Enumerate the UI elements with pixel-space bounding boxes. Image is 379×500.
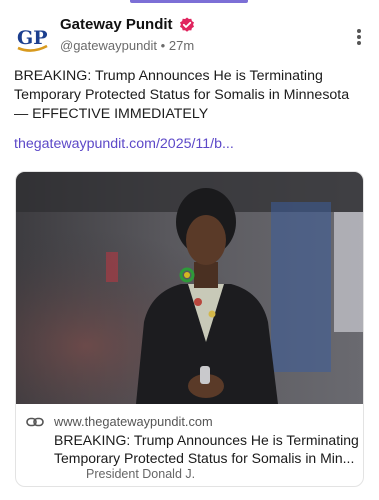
more-vertical-icon[interactable]: [351, 26, 367, 48]
card-domain: www.thegatewaypundit.com: [54, 414, 213, 429]
post-time: 27m: [168, 38, 195, 53]
avatar[interactable]: GP: [14, 20, 50, 56]
card-description: President Donald J.: [86, 467, 196, 481]
svg-text:GP: GP: [17, 27, 48, 49]
post-link[interactable]: thegatewaypundit.com/2025/11/b...: [14, 136, 234, 152]
handle-row: @gatewaypundit • 27m: [60, 38, 194, 53]
gateway-pundit-logo: GP: [17, 27, 48, 52]
name-row: Gateway Pundit: [60, 16, 195, 33]
card-image[interactable]: [16, 172, 363, 404]
link-preview-card[interactable]: www.thegatewaypundit.com BREAKING: Trump…: [15, 171, 364, 487]
link-icon: [26, 417, 44, 427]
card-title[interactable]: BREAKING: Trump Announces He is Terminat…: [54, 431, 359, 467]
verified-badge-icon: [179, 17, 194, 32]
post[interactable]: GP Gateway Pundit @gatewaypundit • 27m B…: [0, 0, 379, 500]
post-text: BREAKING: Trump Announces He is Terminat…: [14, 68, 350, 122]
handle[interactable]: @gatewaypundit: [60, 38, 157, 53]
display-name[interactable]: Gateway Pundit: [60, 16, 173, 33]
post-header: GP Gateway Pundit @gatewaypundit • 27m: [14, 16, 369, 56]
separator: •: [160, 38, 166, 53]
